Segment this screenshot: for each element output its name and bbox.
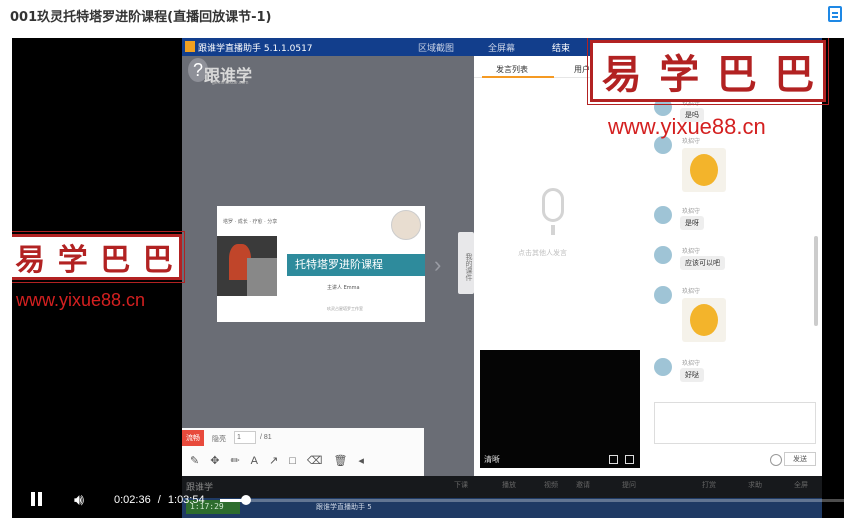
slide-title: 托特塔罗进阶课程 [287, 254, 425, 276]
courseware-tab: 我的课件 [458, 232, 474, 294]
send-button: 发送 [784, 452, 816, 466]
watermark-char: 巴 [716, 51, 757, 98]
tab-messages: 发言列表 [496, 65, 528, 74]
volume-icon[interactable]: 🔊︎ [74, 490, 84, 510]
watermark-url-left: www.yixue88.cn [16, 290, 146, 310]
emoji-icon [770, 454, 782, 466]
message-text: 好哒 [680, 368, 704, 382]
page-title: 001玖灵托特塔罗进阶课程(直播回放课节-1) [10, 10, 272, 25]
drawing-tool: 🗑 [333, 455, 359, 467]
drawing-tool: ⌫ [306, 455, 334, 467]
duration: 1:03:54 [167, 494, 205, 506]
watermark-logo-left: 易学巴巴 [12, 231, 185, 283]
watermark-url: www.yixue88.cn [608, 114, 766, 139]
drawing-tool: ◂ [358, 455, 375, 467]
drawing-tool: ✥ [210, 455, 231, 467]
watermark-char: 学 [57, 243, 88, 278]
watermark-char: 巴 [774, 51, 815, 98]
avatar [654, 246, 672, 264]
time-display: 0:02:36 / 1:03:54 [114, 494, 205, 506]
page-input: 1 [234, 431, 256, 444]
drawing-tools-icon: ✎✥✏A↗□⌫🗑◂ [190, 454, 375, 467]
next-slide-icon: › [434, 252, 442, 277]
slide-footer: 玖灵占星塔罗工作室 [327, 306, 363, 311]
avatar [654, 286, 672, 304]
drawing-tool: □ [289, 455, 307, 467]
region-select-button: 区域截图 [418, 44, 455, 54]
watermark-logo: 易学巴巴 [587, 38, 829, 105]
current-time: 0:02:36 [114, 494, 151, 506]
time-separator: / [157, 494, 161, 506]
app-logo-icon [185, 41, 195, 52]
message-author: 玖招守 [682, 288, 701, 295]
drawing-tool: ↗ [269, 455, 290, 467]
watermark-char: 易 [15, 243, 46, 278]
expand-icon [625, 455, 634, 464]
drawing-tool: ✎ [190, 455, 211, 467]
watermark-char: 学 [659, 51, 700, 98]
brand-subtitle: genshuixue.com [212, 80, 249, 86]
watermark-char: 巴 [100, 243, 131, 278]
fullscreen-app-button: 全屏幕 [488, 44, 516, 54]
message-author: 玖招守 [682, 248, 701, 255]
lecture-stage: ? 跟谁学 genshuixue.com 塔罗 · 成长 · 疗愈 · 分享 托… [182, 56, 474, 476]
video-frame: 跟谁学直播助手 5.1.1.0517 区域截图 全屏幕 结束 ? 跟谁学 gen… [182, 38, 822, 518]
message-text: 应该可以吧 [680, 256, 725, 270]
tab-users: 用户 [574, 65, 590, 74]
slide-lecturer: 主讲人 Emma [327, 285, 360, 291]
sticker [682, 298, 726, 342]
popout-icon [609, 455, 618, 464]
camera-view: 清晰 [480, 350, 640, 468]
drawing-tool: ✏ [230, 455, 251, 467]
drawing-tool: A [250, 455, 269, 467]
slide-photo [217, 236, 277, 296]
video-player[interactable]: 跟谁学直播助手 5.1.1.0517 区域截图 全屏幕 结束 ? 跟谁学 gen… [12, 38, 844, 518]
app-window-title: 跟谁学直播助手 5.1.1.0517 [198, 44, 313, 54]
sticker [682, 148, 726, 192]
avatar [654, 206, 672, 224]
watermark-char: 巴 [142, 243, 173, 278]
slide-top-text: 塔罗 · 成长 · 疗愈 · 分享 [223, 219, 278, 225]
end-button: 结束 [552, 44, 571, 54]
slide-avatar [391, 210, 421, 240]
picture-in-picture-icon[interactable] [828, 6, 842, 22]
microphone-icon [542, 188, 564, 235]
quality-badge: 流畅 [182, 430, 204, 446]
drawing-toolbar: 流畅 隐亮 1 / 81 ✎✥✏A↗□⌫🗑◂ [182, 428, 424, 476]
message-author: 玖招守 [682, 208, 701, 215]
watermark-char: 易 [601, 51, 642, 98]
progress-bar[interactable] [220, 495, 844, 505]
course-slide: 塔罗 · 成长 · 疗愈 · 分享 托特塔罗进阶课程 主讲人 Emma 玖灵占星… [217, 206, 425, 322]
message-author: 玖招守 [682, 360, 701, 367]
camera-quality-label: 清晰 [484, 455, 500, 464]
pause-icon[interactable] [30, 492, 44, 508]
progress-knob[interactable] [240, 495, 251, 505]
page-total: / 81 [260, 434, 272, 441]
avatar [654, 358, 672, 376]
page-label: 隐亮 [212, 435, 226, 443]
chat-scrollbar [814, 236, 818, 326]
player-controls: 🔊︎ 0:02:36 / 1:03:54 [12, 482, 844, 518]
chat-input [654, 402, 816, 444]
chat-messages: 玖招守 是吗 玖招守 玖招守 是呀 玖招守 应该可以吧 玖招守 玖招守 好哒 [646, 96, 820, 396]
message-text: 是呀 [680, 216, 704, 230]
mic-hint: 点击其他人发言 [518, 249, 567, 257]
